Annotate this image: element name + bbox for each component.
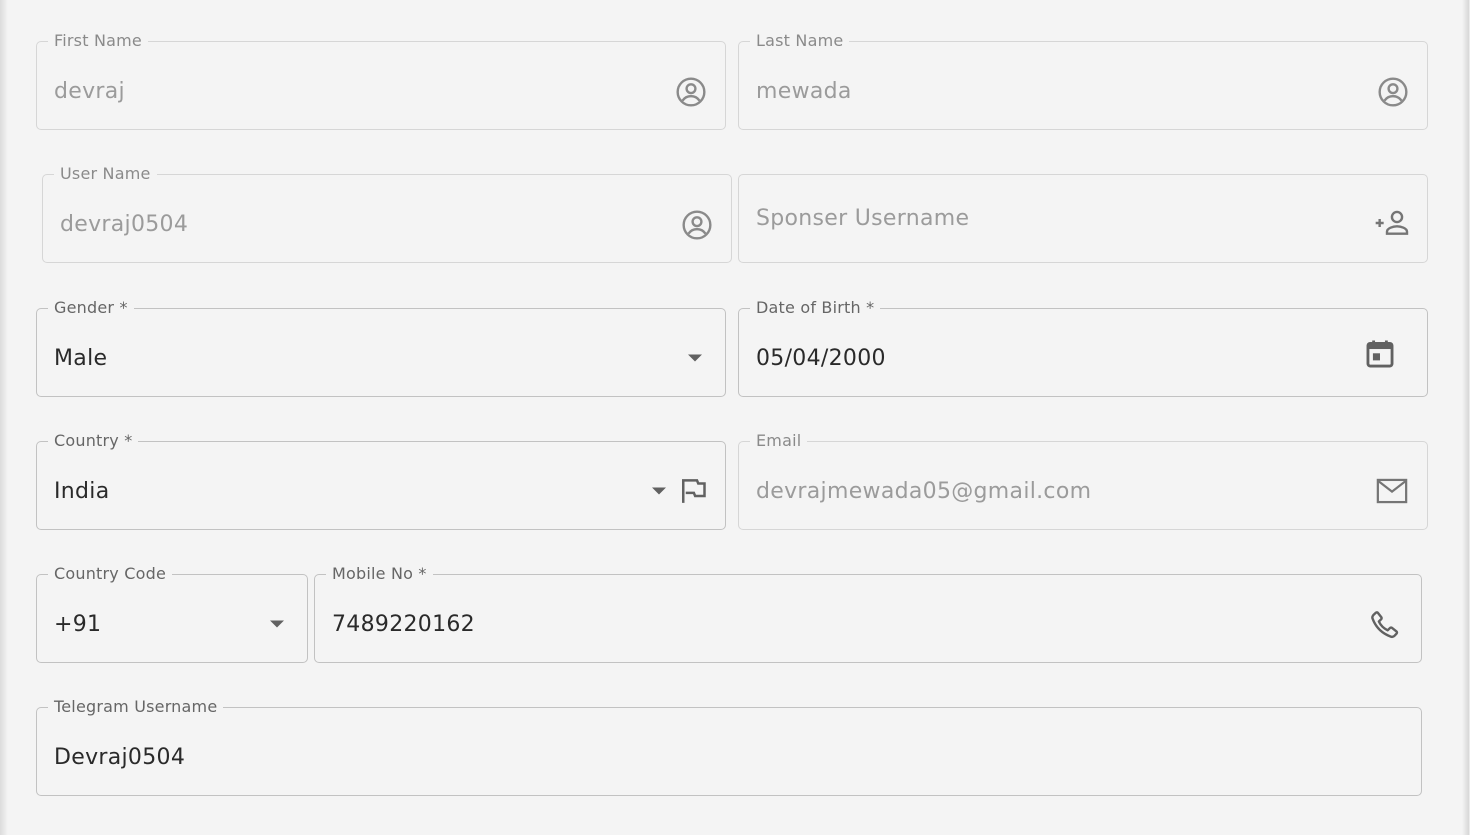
registration-form: First Name devraj Last Name mewada User … [0, 0, 1474, 835]
sponsor-username-placeholder: Sponser Username [756, 206, 970, 231]
date-of-birth-field[interactable]: Date of Birth * 05/04/2000 [738, 298, 1428, 397]
account-circle-icon [1377, 76, 1409, 108]
account-circle-icon [675, 76, 707, 108]
mobile-number-value: 7489220162 [332, 612, 475, 637]
first-name-value: devraj [54, 79, 125, 104]
phone-icon [1369, 609, 1401, 641]
last-name-label: Last Name [750, 31, 850, 51]
country-code-value: +91 [54, 612, 102, 637]
dropdown-arrow-icon[interactable] [687, 353, 703, 363]
date-of-birth-label: Date of Birth * [750, 298, 881, 318]
mobile-number-field[interactable]: Mobile No * 7489220162 [314, 564, 1422, 663]
country-value: India [54, 479, 110, 504]
gender-select[interactable]: Gender * Male [36, 298, 726, 397]
first-name-label: First Name [48, 31, 148, 51]
person-add-icon [1373, 207, 1413, 239]
gender-value: Male [54, 346, 108, 371]
user-name-field[interactable]: User Name devraj0504 [42, 164, 732, 263]
last-name-value: mewada [756, 79, 852, 104]
left-edge-shadow [0, 0, 8, 835]
flag-icon [677, 476, 707, 506]
last-name-field[interactable]: Last Name mewada [738, 31, 1428, 130]
right-edge-shadow [1462, 0, 1474, 835]
country-label: Country * [48, 431, 139, 451]
country-code-select[interactable]: Country Code +91 [36, 564, 308, 663]
telegram-username-field[interactable]: Telegram Username Devraj0504 [36, 697, 1422, 796]
date-of-birth-value: 05/04/2000 [756, 346, 886, 371]
mobile-number-label: Mobile No * [326, 564, 433, 584]
dropdown-arrow-icon[interactable] [651, 486, 667, 496]
mail-icon [1376, 478, 1408, 504]
sponsor-username-field[interactable]: Sponser Username [738, 174, 1428, 263]
country-code-label: Country Code [48, 564, 173, 584]
calendar-icon[interactable] [1363, 337, 1397, 371]
email-label: Email [750, 431, 808, 451]
telegram-username-label: Telegram Username [48, 697, 224, 717]
gender-label: Gender * [48, 298, 134, 318]
user-name-value: devraj0504 [60, 212, 189, 237]
account-circle-icon [681, 209, 713, 241]
telegram-username-value: Devraj0504 [54, 745, 186, 770]
first-name-field[interactable]: First Name devraj [36, 31, 726, 130]
email-value: devrajmewada05@gmail.com [756, 479, 1092, 504]
dropdown-arrow-icon[interactable] [269, 619, 285, 629]
country-select[interactable]: Country * India [36, 431, 726, 530]
email-field[interactable]: Email devrajmewada05@gmail.com [738, 431, 1428, 530]
user-name-label: User Name [54, 164, 157, 184]
